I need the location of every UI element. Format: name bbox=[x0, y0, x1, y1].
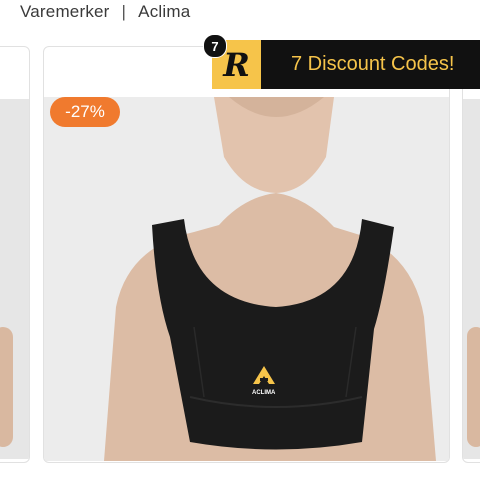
discount-codes-banner[interactable]: R 7 Discount Codes! bbox=[212, 40, 480, 89]
product-image-next-detail bbox=[467, 327, 480, 447]
breadcrumb: Varemerker | Aclima bbox=[20, 0, 190, 24]
breadcrumb-current[interactable]: Aclima bbox=[138, 2, 190, 22]
product-card-next[interactable] bbox=[462, 46, 480, 463]
promo-count-badge: 7 bbox=[203, 34, 227, 58]
aclima-logo-text: ACLIMA bbox=[252, 390, 276, 396]
aclima-logo bbox=[253, 365, 275, 385]
product-image[interactable]: ACLIMA bbox=[44, 97, 449, 461]
breadcrumb-separator: | bbox=[121, 2, 127, 21]
product-card[interactable]: ACLIMA -27% bbox=[43, 46, 450, 463]
product-image-previous-detail bbox=[0, 327, 13, 447]
breadcrumb-link-brands[interactable]: Varemerker bbox=[20, 2, 110, 22]
discount-badge: -27% bbox=[50, 97, 120, 127]
promo-text: 7 Discount Codes! bbox=[291, 53, 455, 75]
product-card-previous[interactable] bbox=[0, 46, 30, 463]
